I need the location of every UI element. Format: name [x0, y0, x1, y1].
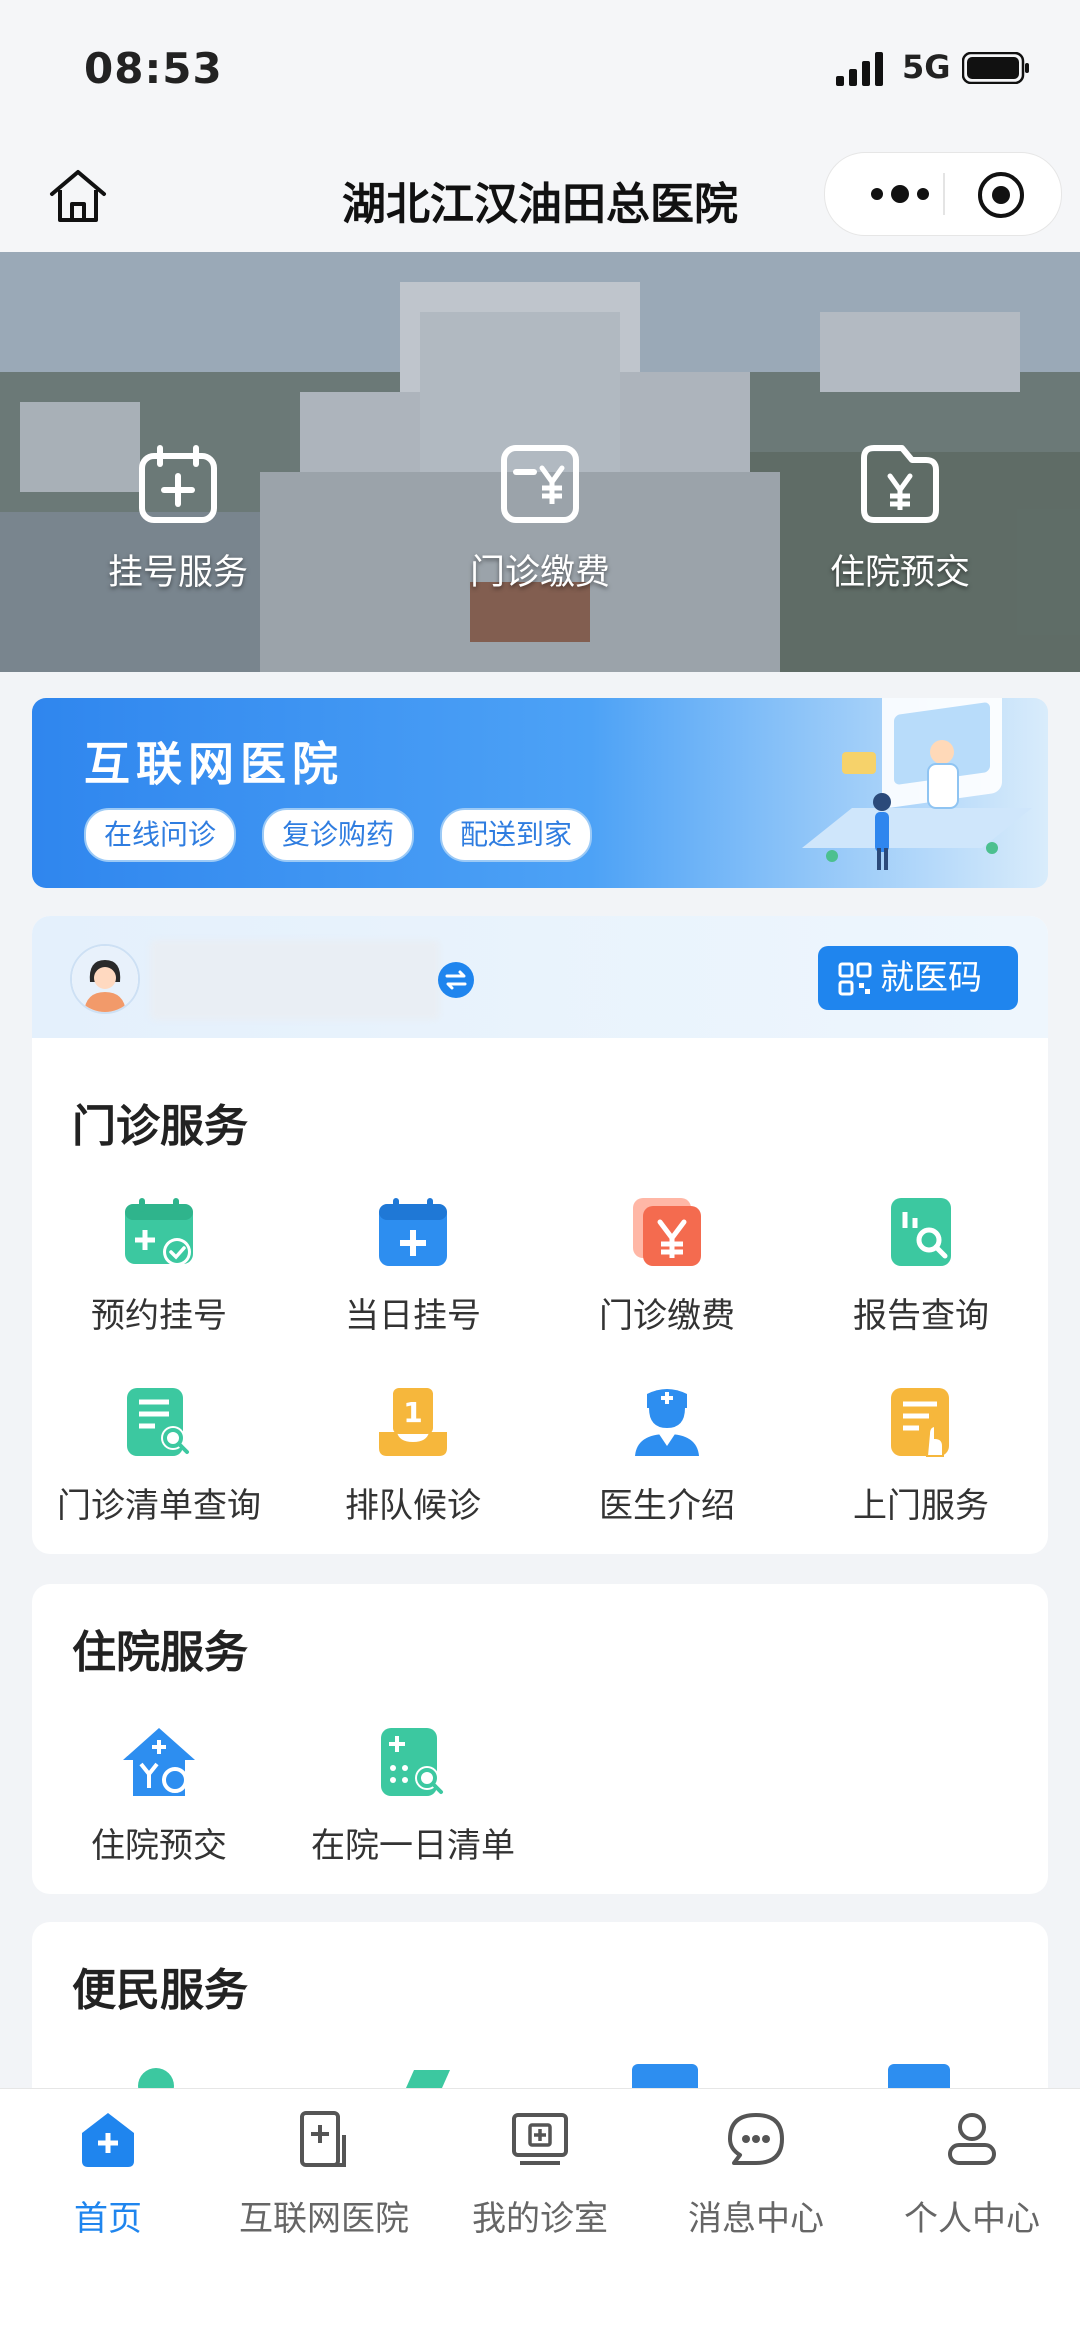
- grid-item-label: 上门服务: [853, 1486, 989, 1526]
- tab-label: 我的诊室: [472, 2199, 608, 2239]
- tab-label: 互联网医院: [239, 2199, 409, 2239]
- section-title-outpatient: 门诊服务: [72, 1101, 248, 1152]
- status-bar: 08:53 5G: [0, 0, 1080, 140]
- medical-code-button[interactable]: 就医码: [818, 946, 1018, 1010]
- grid-item-label: 住院预交: [91, 1826, 227, 1866]
- calendar-plus-icon: [139, 445, 217, 523]
- tab-label: 消息中心: [688, 2199, 824, 2239]
- hero-item-label: 挂号服务: [107, 553, 248, 593]
- grid-item-queue[interactable]: 1 排队候诊: [286, 1384, 540, 1527]
- tab-my-clinic[interactable]: 我的诊室: [432, 2109, 648, 2240]
- signal-icon: [836, 52, 883, 86]
- grid-item-same-day[interactable]: 当日挂号: [286, 1194, 540, 1337]
- grid-item-label: 医生介绍: [599, 1486, 735, 1526]
- home-visit-doc-icon: [891, 1388, 949, 1457]
- queue-number-icon: 1: [379, 1388, 447, 1456]
- status-time: 08:53: [84, 44, 223, 93]
- tab-profile[interactable]: 个人中心: [864, 2109, 1080, 2240]
- daily-list-icon: [381, 1728, 443, 1796]
- grid-item-label: 门诊清单查询: [57, 1486, 261, 1526]
- banner-title: 互联网医院: [84, 737, 344, 791]
- grid-item-home-visit[interactable]: 上门服务: [794, 1384, 1048, 1527]
- svg-text:1: 1: [403, 1396, 422, 1429]
- medical-code-label: 就医码: [880, 958, 982, 998]
- calendar-check-icon: [125, 1198, 193, 1266]
- user-avatar-icon: [72, 946, 138, 1012]
- yen-bill-icon: [633, 1198, 701, 1266]
- doctor-icon: [635, 1389, 699, 1456]
- qr-code-icon: [838, 962, 872, 996]
- battery-icon: [962, 52, 1029, 84]
- hero-item-label: 住院预交: [829, 553, 970, 593]
- clinic-icon: [512, 2113, 568, 2165]
- chip-online-consult[interactable]: 在线问诊: [84, 808, 237, 862]
- internet-hospital-banner[interactable]: 互联网医院 在线问诊 复诊购药 配送到家: [32, 698, 1048, 888]
- tab-bar: 首页 互联网医院 我的诊室 消息中心 个人中心: [0, 2088, 1080, 2338]
- hero-item-outpatient-payment[interactable]: 门诊缴费: [430, 442, 650, 595]
- grid-item-label: 在院一日清单: [311, 1826, 515, 1866]
- grid-item-report[interactable]: 报告查询: [794, 1194, 1048, 1337]
- chip-home-delivery[interactable]: 配送到家: [440, 808, 593, 862]
- more-icon[interactable]: [855, 175, 945, 213]
- internet-hospital-icon: [300, 2111, 346, 2167]
- doctor-illustration: [802, 698, 1032, 870]
- inpatient-card: 住院服务 住院预交 在院一日清单: [32, 1584, 1048, 1894]
- folder-yen-icon: [861, 445, 939, 523]
- house-yen-icon: [123, 1728, 195, 1796]
- list-search-icon: [127, 1388, 189, 1456]
- tab-label: 首页: [74, 2199, 142, 2239]
- grid-item-label: 预约挂号: [91, 1296, 227, 1336]
- switch-patient-icon[interactable]: [438, 962, 474, 998]
- patient-name-blurred: [150, 940, 440, 1020]
- grid-item-payment[interactable]: 门诊缴费: [540, 1194, 794, 1337]
- grid-item-label: 报告查询: [853, 1296, 989, 1336]
- outpatient-card: 就医码 门诊服务 预约挂号 当日挂号 门诊缴费 报告查询 门诊清单查询 1 排队…: [32, 916, 1048, 1554]
- grid-item-label: 排队候诊: [345, 1486, 481, 1526]
- nav-bar: 湖北江汉油田总医院: [0, 140, 1080, 252]
- user-bar: 就医码: [32, 916, 1048, 1038]
- mini-program-capsule: [824, 152, 1062, 236]
- calendar-add-icon: [379, 1198, 447, 1266]
- tab-label: 个人中心: [904, 2199, 1040, 2239]
- grid-item-inpatient-prepay[interactable]: 住院预交: [32, 1724, 286, 1867]
- profile-icon: [948, 2113, 996, 2165]
- avatar[interactable]: [70, 944, 140, 1014]
- home-plus-icon: [82, 2113, 134, 2167]
- tab-messages[interactable]: 消息中心: [648, 2109, 864, 2240]
- chip-repeat-prescription[interactable]: 复诊购药: [262, 808, 415, 862]
- message-icon: [728, 2113, 784, 2165]
- section-title-convenience: 便民服务: [72, 1965, 248, 2016]
- hero-item-registration[interactable]: 挂号服务: [68, 442, 288, 595]
- capsule-divider: [943, 173, 945, 215]
- report-search-icon: [891, 1198, 951, 1266]
- grid-item-list-query[interactable]: 门诊清单查询: [32, 1384, 286, 1527]
- close-target-icon[interactable]: [975, 169, 1027, 221]
- network-type: 5G: [902, 48, 951, 86]
- grid-item-appointment[interactable]: 预约挂号: [32, 1194, 286, 1337]
- grid-item-label: 门诊缴费: [599, 1296, 735, 1336]
- section-title-inpatient: 住院服务: [72, 1627, 248, 1678]
- grid-item-doctor-intro[interactable]: 医生介绍: [540, 1384, 794, 1527]
- hero-item-label: 门诊缴费: [469, 553, 610, 593]
- tab-home[interactable]: 首页: [0, 2109, 216, 2240]
- grid-item-daily-list[interactable]: 在院一日清单: [286, 1724, 540, 1867]
- tab-internet-hospital[interactable]: 互联网医院: [216, 2109, 432, 2240]
- hero-item-inpatient-prepay[interactable]: 住院预交: [790, 442, 1010, 595]
- bill-yen-icon: [501, 445, 579, 523]
- hero-banner: 挂号服务 门诊缴费 住院预交: [0, 252, 1080, 672]
- grid-item-label: 当日挂号: [345, 1296, 481, 1336]
